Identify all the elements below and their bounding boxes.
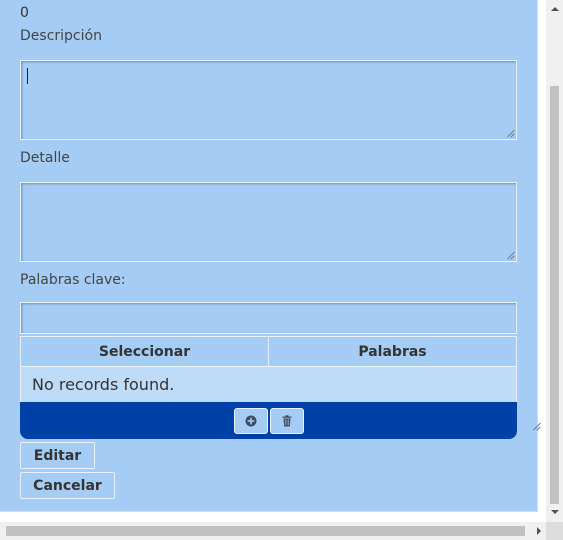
detalle-label: Detalle <box>20 150 70 166</box>
plus-circle-icon <box>245 415 256 426</box>
detalle-textarea[interactable] <box>20 182 517 262</box>
vertical-scroll-thumb[interactable] <box>550 86 559 504</box>
palabras-table: Seleccionar Palabras No records found. <box>20 336 517 439</box>
panel-resize-grip-icon[interactable] <box>531 421 541 431</box>
delete-row-button[interactable] <box>269 407 304 434</box>
resize-grip-icon[interactable] <box>506 251 514 259</box>
scroll-down-arrow-icon[interactable] <box>551 510 559 514</box>
table-toolbar <box>20 402 517 439</box>
form-panel: 0 Descripción Detalle Palabras clave: Se… <box>0 0 538 512</box>
scrollbar-corner <box>546 522 563 540</box>
column-header-palabras[interactable]: Palabras <box>268 337 516 366</box>
horizontal-scroll-thumb[interactable] <box>6 526 525 536</box>
table-header: Seleccionar Palabras <box>20 336 517 367</box>
resize-grip-icon[interactable] <box>506 129 514 137</box>
char-count: 0 <box>20 5 29 21</box>
descripcion-label: Descripción <box>20 28 102 44</box>
trash-icon <box>282 414 291 426</box>
scroll-up-arrow-icon[interactable] <box>551 7 559 11</box>
text-caret <box>27 68 28 84</box>
column-header-seleccionar[interactable]: Seleccionar <box>21 337 268 366</box>
editar-button[interactable]: Editar <box>20 442 95 469</box>
cancelar-button[interactable]: Cancelar <box>20 472 115 499</box>
vertical-scrollbar[interactable] <box>546 0 563 522</box>
descripcion-textarea[interactable] <box>20 60 517 140</box>
empty-message: No records found. <box>20 367 517 402</box>
palabras-clave-label: Palabras clave: <box>20 272 126 288</box>
horizontal-scrollbar[interactable] <box>0 522 546 540</box>
palabras-clave-input[interactable] <box>20 302 517 334</box>
add-row-button[interactable] <box>233 407 268 434</box>
scroll-right-arrow-icon[interactable] <box>537 527 541 535</box>
